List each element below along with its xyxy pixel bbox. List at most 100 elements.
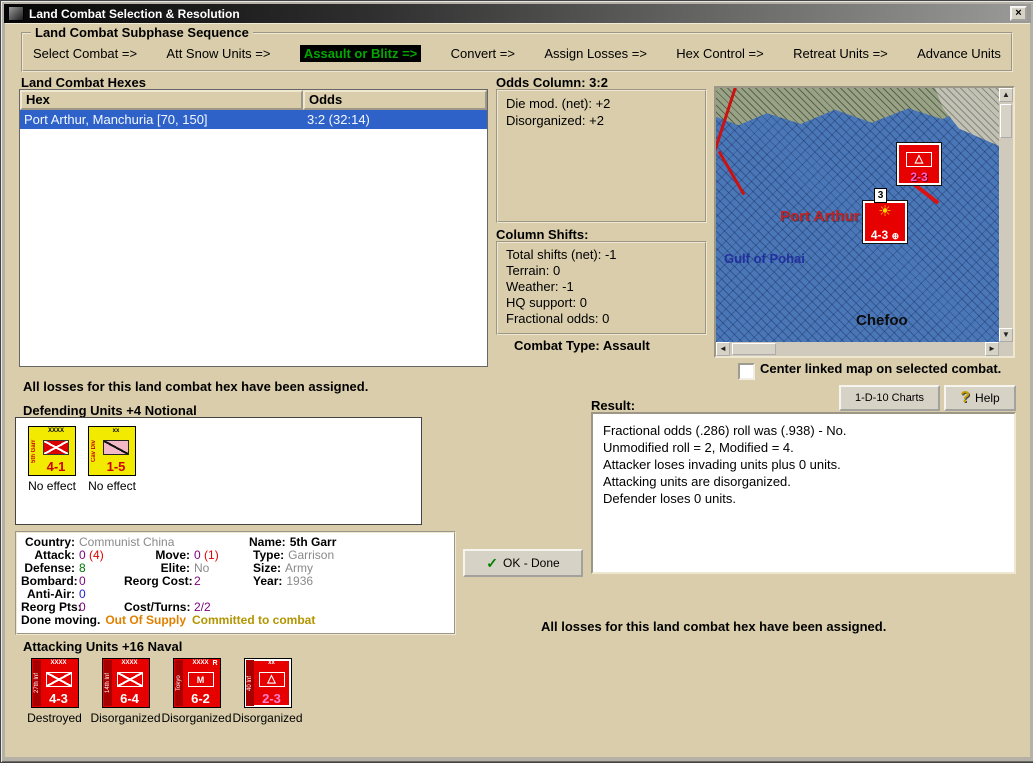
scrollbar-corner	[999, 342, 1013, 356]
status-out-of-supply: Out Of Supply	[105, 613, 187, 627]
help-label: Help	[975, 391, 1000, 405]
map-view[interactable]: Port Arthur Gulf of Pohai Chefoo 2-3 3 ☀…	[716, 88, 999, 342]
step-retreat-units: Retreat Units =>	[793, 46, 888, 61]
column-shifts-title: Column Shifts:	[496, 227, 589, 242]
shift-line: Total shifts (net): -1	[506, 247, 617, 262]
attacking-units-title: Attacking Units +16 Naval	[23, 639, 183, 654]
unit-size: XXXX	[50, 660, 67, 666]
vertical-scroll-thumb[interactable]	[1000, 104, 1012, 138]
map-unit-counter-garrison[interactable]: ☀ 4-3 ⊕	[862, 200, 908, 244]
unit-counter[interactable]: 40 Inf xx 2-3	[243, 658, 292, 708]
result-line: Unmodified roll = 2, Modified = 4.	[603, 440, 794, 455]
scroll-up-button[interactable]: ▲	[999, 88, 1013, 102]
result-panel: Fractional odds (.286) roll was (.938) -…	[591, 412, 1016, 574]
unit-status: Destroyed	[27, 711, 82, 725]
subphase-sequence: Select Combat => Att Snow Units => Assau…	[33, 45, 1001, 62]
odds-line: Disorganized: +2	[506, 113, 604, 128]
scroll-right-button[interactable]: ►	[985, 342, 999, 356]
scroll-left-button[interactable]: ◄	[716, 342, 730, 356]
center-map-checkbox[interactable]	[738, 363, 755, 380]
step-advance-units: Advance Units	[917, 46, 1001, 61]
map-label-gulf-of-pohai: Gulf of Pohai	[724, 251, 805, 266]
result-line: Attacker loses invading units plus 0 uni…	[603, 457, 841, 472]
unit-strength: 4-3	[49, 691, 68, 706]
unit-size: XXXX	[121, 660, 138, 666]
combat-type-label: Combat Type: Assault	[514, 338, 650, 353]
infantry-icon	[116, 672, 143, 687]
hex-cell: Port Arthur, Manchuria [70, 150]	[24, 112, 208, 127]
unit-counter[interactable]: 27th Inf XXXX 4-3	[30, 658, 79, 708]
year-value: 1936	[286, 574, 314, 588]
unit-status: Disorganized	[90, 711, 161, 725]
title-bar: Land Combat Selection & Resolution ×	[4, 4, 1031, 23]
help-icon: ?	[960, 389, 971, 406]
app-icon	[8, 6, 24, 21]
unit-counter[interactable]: 14th Inf XXXX 6-4	[101, 658, 150, 708]
column-header-odds[interactable]: Odds	[303, 90, 487, 110]
unit-counter[interactable]: 5th Garr XXXX 4-1	[28, 426, 76, 476]
unit-status: Disorganized	[161, 711, 232, 725]
year-label: Year:	[253, 574, 283, 588]
shift-line: Terrain: 0	[506, 263, 561, 278]
help-button[interactable]: ? Help	[944, 385, 1016, 411]
center-map-label: Center linked map on selected combat.	[760, 361, 1002, 376]
result-line: Defender loses 0 units.	[603, 491, 736, 506]
close-button[interactable]: ×	[1010, 6, 1027, 21]
unit-strength: 2-3	[910, 170, 928, 184]
table-row[interactable]: Port Arthur, Manchuria [70, 150] 3:2 (32…	[20, 110, 487, 129]
status-done-moving: Done moving.	[21, 613, 101, 627]
militia-icon	[187, 672, 214, 687]
odds-line: Die mod. (net): +2	[506, 96, 611, 111]
unit-badge: R	[212, 660, 218, 667]
unit-strength: 4-3 ⊕	[870, 228, 900, 242]
map-vertical-scrollbar[interactable]: ▲ ▼	[999, 88, 1013, 342]
ok-done-label: OK - Done	[503, 556, 560, 570]
marine-icon	[258, 672, 285, 687]
unit-block: Tokyo XXXX R 6-2 Disorganized	[161, 658, 232, 725]
losses-assigned-message: All losses for this land combat hex have…	[541, 619, 887, 634]
column-header-hex[interactable]: Hex	[20, 90, 303, 110]
map-rail-line	[717, 150, 746, 196]
unit-strength: 2-3	[262, 691, 281, 706]
unit-block: 27th Inf XXXX 4-3 Destroyed	[19, 658, 90, 725]
map-panel: Port Arthur Gulf of Pohai Chefoo 2-3 3 ☀…	[714, 86, 1015, 358]
step-hex-control: Hex Control =>	[676, 46, 764, 61]
unit-block: Cav Div xx 1-5 No effect	[84, 426, 140, 493]
map-label-chefoo: Chefoo	[856, 312, 908, 329]
subphase-title: Land Combat Subphase Sequence	[31, 25, 253, 40]
unit-strength: 1-5	[106, 459, 126, 474]
explosion-icon: ☀	[878, 203, 892, 220]
scroll-down-button[interactable]: ▼	[999, 328, 1013, 342]
infantry-icon	[45, 672, 72, 687]
unit-status: Disorganized	[232, 711, 303, 725]
unit-status: No effect	[88, 479, 136, 493]
unit-counter[interactable]: Tokyo XXXX R 6-2	[172, 658, 221, 708]
combat-hexes-table: Hex Odds Port Arthur, Manchuria [70, 150…	[19, 89, 488, 367]
step-assign-losses: Assign Losses =>	[544, 46, 647, 61]
step-select-combat: Select Combat =>	[33, 46, 138, 61]
window-title: Land Combat Selection & Resolution	[29, 6, 240, 21]
unit-strength: 6-4	[120, 691, 139, 706]
result-line: Fractional odds (.286) roll was (.938) -…	[603, 423, 847, 438]
unit-block: 5th Garr XXXX 4-1 No effect	[24, 426, 80, 493]
map-horizontal-scrollbar[interactable]: ◄ ►	[716, 342, 999, 356]
horizontal-scroll-thumb[interactable]	[732, 343, 776, 355]
subphase-groupbox: Land Combat Subphase Sequence Select Com…	[21, 25, 1013, 72]
result-title: Result:	[591, 398, 636, 413]
attacking-units-panel: 27th Inf XXXX 4-3 Destroyed 14th Inf XXX…	[19, 658, 303, 725]
defending-units-panel: 5th Garr XXXX 4-1 No effect Cav Div xx 1…	[15, 417, 422, 525]
unit-detail-panel: Country: Communist China Name: 5th Garr …	[15, 531, 456, 635]
ok-done-button[interactable]: ✓ OK - Done	[463, 549, 583, 577]
app-window: Land Combat Selection & Resolution × Lan…	[0, 0, 1033, 763]
step-assault-or-blitz: Assault or Blitz =>	[299, 45, 422, 62]
charts-button[interactable]: 1-D-10 Charts	[839, 385, 940, 411]
hexes-title: Land Combat Hexes	[21, 75, 146, 90]
table-header: Hex Odds	[20, 90, 487, 110]
unit-counter[interactable]: Cav Div xx 1-5	[88, 426, 136, 476]
unit-size: xx	[112, 428, 120, 434]
defending-units-title: Defending Units +4 Notional	[23, 403, 197, 418]
shift-line: Fractional odds: 0	[506, 311, 610, 326]
unit-strength: 4-1	[46, 459, 66, 474]
map-unit-counter-marine[interactable]: 2-3	[896, 142, 942, 186]
unit-block: 40 Inf xx 2-3 Disorganized	[232, 658, 303, 725]
